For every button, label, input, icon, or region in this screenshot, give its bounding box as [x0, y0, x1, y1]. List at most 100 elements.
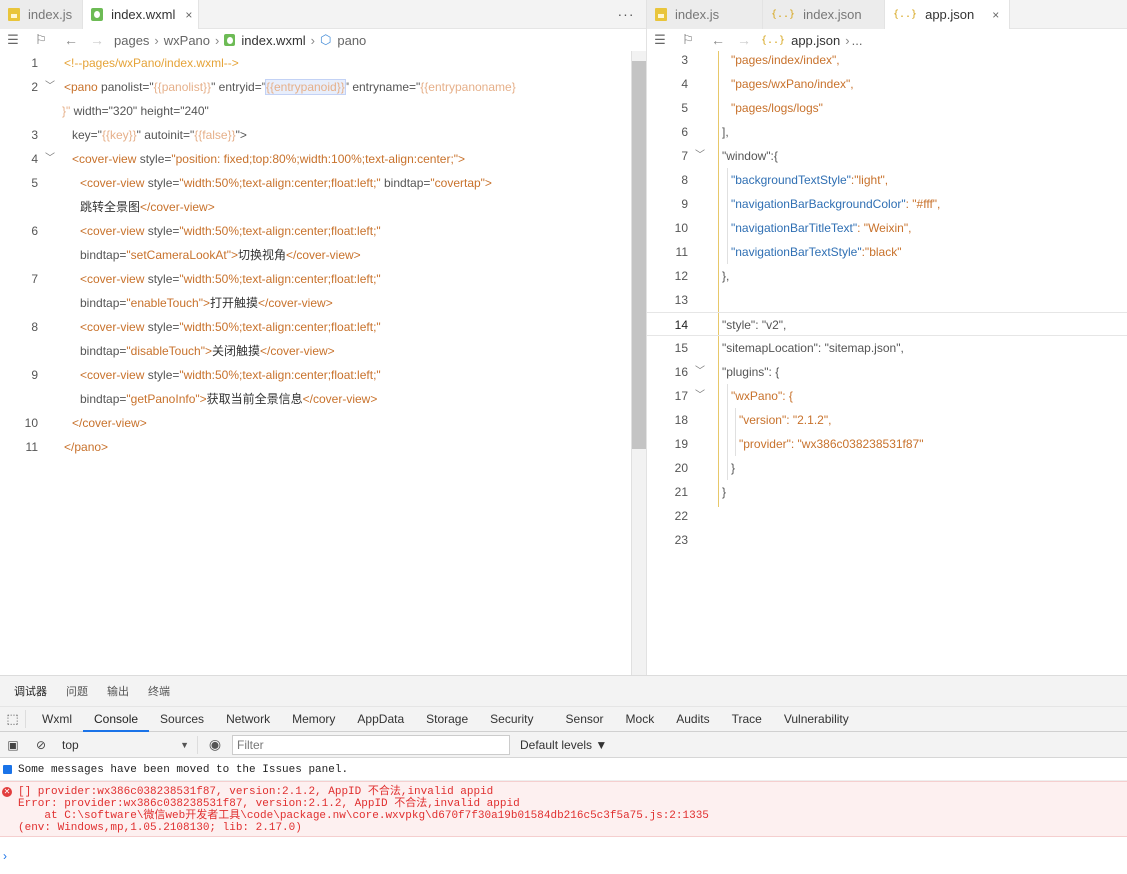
left-editor-tabbar: index.js index.wxml × ···: [0, 0, 646, 29]
code-text: bindtap="setCameraLookAt">切换视角</cover-vi…: [80, 248, 361, 262]
tab-storage[interactable]: Storage: [415, 706, 479, 732]
forward-arrow-icon[interactable]: →: [731, 32, 757, 48]
breadcrumb-more[interactable]: ...: [852, 33, 863, 48]
tab-index-json[interactable]: {..} index.json: [763, 0, 885, 29]
tab-audits[interactable]: Audits: [665, 706, 720, 732]
code-line: 10 </cover-view>: [0, 411, 631, 435]
log-levels-dropdown[interactable]: Default levels ▼: [520, 738, 607, 752]
bookmark-icon[interactable]: ⚐: [677, 32, 699, 48]
console-prompt-icon[interactable]: ›: [3, 849, 7, 863]
error-icon: ✕: [2, 787, 12, 797]
code-line: 3 key="{{key}}" autoinit="{{false}}">: [0, 123, 631, 147]
tab-label: index.js: [28, 7, 73, 22]
close-icon[interactable]: ×: [992, 8, 999, 22]
wxml-file-icon: [224, 34, 236, 46]
inspect-element-icon[interactable]: ⬚: [0, 710, 26, 728]
code-text: <cover-view style="width:50%;text-align:…: [80, 368, 381, 382]
back-arrow-icon[interactable]: ←: [705, 32, 731, 48]
code-text: "plugins": {: [722, 365, 780, 379]
breadcrumb-file[interactable]: index.wxml: [241, 33, 305, 48]
code-line: 8 "backgroundTextStyle":"light",: [647, 168, 1127, 192]
fold-chevron-icon[interactable]: ﹀: [695, 384, 705, 408]
code-text: "pages/logs/logs": [731, 101, 823, 115]
right-editor-tabbar: index.js {..} index.json {..} app.json ×: [647, 0, 1127, 29]
filter-input[interactable]: [232, 734, 510, 755]
tab-label: index.wxml: [111, 7, 176, 22]
bookmark-icon[interactable]: ⚐: [30, 32, 52, 48]
tab-problems[interactable]: 问题: [66, 683, 88, 699]
scrollbar-thumb[interactable]: [632, 61, 646, 449]
outline-icon[interactable]: ☰: [2, 32, 24, 48]
tab-terminal[interactable]: 终端: [148, 683, 170, 699]
code-line-wrap: 跳转全景图</cover-view>: [0, 195, 631, 219]
code-line: 2 ﹀ <pano panolist="{{panolist}}" entryi…: [0, 75, 631, 99]
error-stack-line[interactable]: at C:\software\微信web开发者工具\code\package.n…: [18, 810, 1127, 822]
tab-index-wxml[interactable]: index.wxml ×: [83, 0, 200, 29]
line-number: 12: [674, 269, 688, 283]
breadcrumb-pages[interactable]: pages: [114, 33, 149, 48]
code-text: }" width="320" height="240": [62, 104, 209, 118]
tab-index-js[interactable]: index.js: [647, 0, 763, 29]
code-line: 6 <cover-view style="width:50%;text-alig…: [0, 219, 631, 243]
code-line-wrap: bindtap="getPanoInfo">获取当前全景信息</cover-vi…: [0, 387, 631, 411]
fold-chevron-icon[interactable]: ﹀: [45, 147, 55, 171]
info-icon: [3, 765, 12, 774]
tab-app-json[interactable]: {..} app.json ×: [885, 0, 1011, 29]
back-arrow-icon[interactable]: ←: [58, 32, 84, 48]
code-line-wrap: }" width="320" height="240": [0, 99, 631, 123]
tab-mock[interactable]: Mock: [615, 706, 666, 732]
tab-wxml[interactable]: Wxml: [31, 706, 83, 732]
code-text: "provider": "wx386c038238531f87": [739, 437, 924, 451]
tab-sources[interactable]: Sources: [149, 706, 215, 732]
tab-debugger[interactable]: 调试器: [14, 683, 47, 699]
context-select[interactable]: top ▼: [58, 735, 198, 754]
wxml-code-editor[interactable]: 1 <!--pages/wxPano/index.wxml--> 2 ﹀ <pa…: [0, 51, 631, 675]
tab-memory[interactable]: Memory: [281, 706, 346, 732]
clear-console-icon[interactable]: ⊘: [28, 738, 54, 752]
eye-icon[interactable]: ◉: [198, 736, 232, 753]
sidebar-toggle-icon[interactable]: ▣: [0, 738, 26, 752]
code-line: 11 </pano>: [0, 435, 631, 459]
breadcrumb-wxpano[interactable]: wxPano: [164, 33, 210, 48]
fold-chevron-icon[interactable]: ﹀: [695, 144, 705, 168]
breadcrumb-app-json[interactable]: app.json: [791, 33, 840, 48]
tab-network[interactable]: Network: [215, 706, 281, 732]
tab-label: index.js: [675, 7, 720, 22]
breadcrumb-pano[interactable]: pano: [337, 33, 366, 48]
context-value: top: [62, 737, 79, 752]
code-text: <cover-view style="position: fixed;top:8…: [72, 152, 466, 166]
close-icon[interactable]: ×: [185, 8, 192, 22]
line-number: 13: [674, 293, 688, 307]
tab-sensor[interactable]: Sensor: [555, 706, 615, 732]
code-text: 跳转全景图</cover-view>: [80, 200, 215, 214]
line-number: 22: [674, 509, 688, 523]
code-text: "window":{: [722, 149, 778, 163]
tab-index-js[interactable]: index.js: [0, 0, 84, 29]
tab-trace[interactable]: Trace: [721, 706, 773, 732]
fold-chevron-icon[interactable]: ﹀: [45, 75, 55, 99]
outline-icon[interactable]: ☰: [649, 32, 671, 48]
code-line: 4 ﹀ <cover-view style="position: fixed;t…: [0, 147, 631, 171]
tab-security[interactable]: Security: [479, 706, 544, 732]
tab-vulnerability[interactable]: Vulnerability: [773, 706, 860, 732]
code-line: 10 "navigationBarTitleText": "Weixin",: [647, 216, 1127, 240]
appjson-code-editor[interactable]: 3 "pages/index/index", 4 "pages/wxPano/ind…: [647, 51, 1127, 675]
code-line: 21}: [647, 480, 1127, 504]
fold-chevron-icon[interactable]: ﹀: [695, 360, 705, 384]
json-file-icon: {..}: [761, 34, 786, 46]
bottom-panel: 调试器 问题 输出 终端 ⬚ Wxml Console Sources Netw…: [0, 675, 1127, 874]
tab-appdata[interactable]: AppData: [346, 706, 415, 732]
code-line: 17 ﹀ "wxPano": {: [647, 384, 1127, 408]
forward-arrow-icon[interactable]: →: [84, 32, 110, 48]
more-actions-icon[interactable]: ···: [606, 0, 646, 28]
code-text: "pages/index/index",: [731, 53, 840, 67]
editor-scrollbar[interactable]: [631, 51, 646, 675]
code-text: </pano>: [64, 440, 109, 454]
tab-output[interactable]: 输出: [107, 683, 129, 699]
line-number: 7: [31, 272, 38, 286]
line-number: 23: [674, 533, 688, 547]
code-text: <cover-view style="width:50%;text-align:…: [80, 320, 381, 334]
code-text: <cover-view style="width:50%;text-align:…: [80, 272, 381, 286]
js-file-icon: [8, 8, 20, 21]
tab-console[interactable]: Console: [83, 706, 150, 732]
